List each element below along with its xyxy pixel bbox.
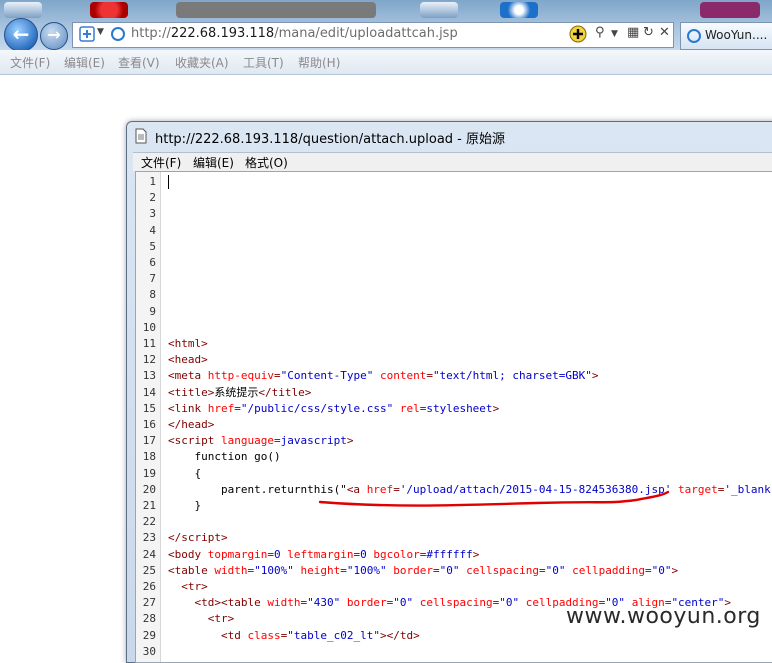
line-number: 6: [149, 256, 156, 269]
line-number: 7: [149, 272, 156, 286]
line-number: 11: [142, 337, 156, 350]
back-button[interactable]: ←: [4, 18, 38, 52]
document-icon: [135, 128, 147, 144]
ie-page-icon: [111, 27, 125, 41]
line-number: 8: [149, 288, 156, 302]
taskbar-thumb-icon: [90, 2, 128, 18]
dropdown-arrow-icon[interactable]: ▼: [97, 27, 104, 37]
forward-button[interactable]: →: [40, 22, 68, 50]
line-number: 1: [149, 175, 156, 188]
browser-tab[interactable]: WooYun....: [680, 22, 772, 50]
code-line: }: [168, 499, 202, 512]
line-number: 24: [142, 547, 156, 561]
browser-menubar: 文件(F) 编辑(E) 查看(V) 收藏夹(A) 工具(T) 帮助(H): [0, 50, 772, 75]
refresh-icon[interactable]: ↻: [643, 25, 654, 40]
menu-favorites[interactable]: 收藏夹(A): [175, 54, 229, 71]
menu-help[interactable]: 帮助(H): [298, 54, 340, 71]
view-source-window: http://222.68.193.118/question/attach.up…: [126, 121, 772, 663]
address-url: http://222.68.193.118/mana/edit/uploadat…: [131, 26, 458, 41]
source-menubar: 文件(F) 编辑(E) 格式(O): [133, 152, 772, 171]
line-number: 10: [142, 320, 156, 334]
taskbar-thumb-icon: [500, 2, 538, 18]
line-number: 15: [142, 401, 156, 415]
menu-file[interactable]: 文件(F): [10, 54, 50, 71]
line-number: 19: [142, 466, 156, 480]
code-line: {: [168, 466, 202, 480]
taskbar-thumb-icon: [420, 2, 458, 18]
line-number: 30: [142, 644, 156, 658]
line-number: 5: [149, 239, 156, 253]
menu-tools[interactable]: 工具(T): [243, 54, 284, 71]
taskbar-thumb-icon: [700, 2, 760, 18]
red-underline-annotation: [318, 490, 670, 507]
code-line: </head>: [168, 418, 215, 431]
code-line: <table width="100%" height="100%" border…: [168, 563, 679, 577]
menu-edit[interactable]: 编辑(E): [64, 54, 105, 71]
tab-label: WooYun....: [705, 28, 768, 42]
line-number: 18: [142, 450, 156, 464]
stop-icon[interactable]: ✕: [659, 25, 670, 40]
taskbar-thumb-icon: [4, 2, 42, 18]
watermark: www.wooyun.org: [566, 604, 761, 629]
line-number: 29: [142, 628, 156, 642]
compat-plus-icon[interactable]: [569, 25, 587, 43]
code-line: <meta http-equiv="Content-Type" content=…: [168, 369, 599, 383]
menu-format[interactable]: 格式(O): [245, 154, 288, 171]
menu-view[interactable]: 查看(V): [118, 54, 160, 71]
code-line: parent.returnthis("<a href='/upload/atta…: [168, 482, 772, 496]
code-line: <td class="table_c02_lt"></td>: [168, 628, 420, 642]
code-line: <title>系统提示</title>: [168, 385, 312, 399]
taskbar-thumb-icon: [176, 2, 376, 18]
window-title: http://222.68.193.118/question/attach.up…: [155, 132, 506, 147]
browser-toolbar: ← → ▼ http://222.68.193.118/mana/edit/up…: [0, 0, 772, 52]
code-line: <tr>: [168, 580, 208, 593]
line-number: 21: [142, 499, 156, 512]
code-line: </script>: [168, 531, 228, 545]
compat-view-icon[interactable]: ▦: [627, 25, 639, 40]
code-line: <body topmargin=0 leftmargin=0 bgcolor=#…: [168, 547, 480, 561]
menu-edit[interactable]: 编辑(E): [193, 154, 234, 171]
line-number: 16: [142, 418, 156, 431]
text-caret: [168, 175, 169, 189]
line-number: 12: [142, 353, 156, 367]
code-line: <script language=javascript>: [168, 434, 354, 448]
line-number: 2: [149, 191, 156, 205]
line-number: 14: [142, 385, 156, 399]
tab-ie-icon: [687, 29, 701, 43]
search-icon[interactable]: ⚲: [595, 25, 605, 40]
line-number: 23: [142, 531, 156, 545]
source-editor[interactable]: 1 2 3 4 5 6 7 8 9 10 11 12 13 14 15 16 17 18 19 20 21 22 23 24 2…: [135, 171, 772, 663]
line-number: 17: [142, 434, 156, 448]
line-number: 20: [142, 482, 156, 496]
search-dropdown-icon[interactable]: ▼: [611, 29, 618, 39]
code-line: <tr>: [168, 612, 235, 626]
line-number: 13: [142, 369, 156, 383]
line-number: 28: [142, 612, 156, 626]
menu-file[interactable]: 文件(F): [141, 154, 181, 171]
line-number-gutter: 1 2 3 4 5 6 7 8 9 10 11 12 13 14 15 16 17 18 19 20 21 22 23 24 2…: [136, 172, 161, 662]
code-line: <head>: [168, 353, 208, 367]
code-line: <link href="/public/css/style.css" rel=s…: [168, 401, 500, 415]
line-number: 27: [142, 596, 156, 610]
line-number: 25: [142, 563, 156, 577]
line-number: 22: [142, 515, 156, 529]
line-number: 4: [149, 223, 156, 237]
code-line: <html>: [168, 337, 208, 350]
favorites-add-icon[interactable]: [79, 26, 95, 42]
line-number: 3: [149, 207, 156, 221]
line-number: 9: [149, 304, 156, 318]
address-bar[interactable]: ▼ http://222.68.193.118/mana/edit/upload…: [72, 22, 674, 48]
code-line: function go(): [168, 450, 281, 464]
line-number: 26: [142, 580, 156, 593]
